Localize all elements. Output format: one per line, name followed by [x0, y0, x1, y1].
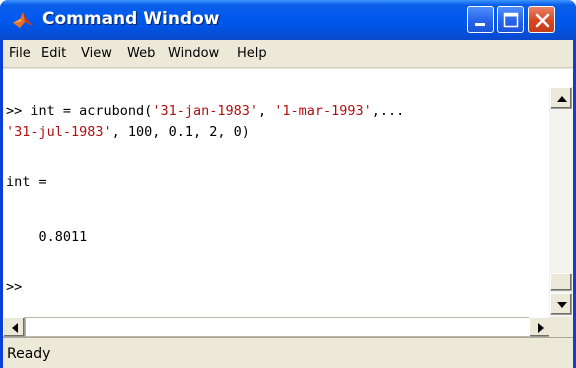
scroll-right-button[interactable] — [529, 317, 551, 337]
status-text: Ready — [7, 346, 51, 362]
command-output[interactable]: >> int = acrubond('31-jan-1983', '1-mar-… — [3, 69, 573, 337]
window-title: Command Window — [42, 9, 220, 29]
command-line-1: >> int = acrubond('31-jan-1983', '1-mar-… — [6, 103, 404, 119]
string-literal: '1-mar-1993' — [274, 103, 372, 119]
string-literal: '31-jul-1983' — [6, 124, 112, 140]
menu-help[interactable]: Help — [237, 46, 267, 61]
maximize-button[interactable] — [497, 6, 524, 33]
menu-file[interactable]: File — [9, 46, 31, 61]
command-window: Command Window File Edit View Web Window… — [0, 0, 576, 368]
vertical-scroll-thumb[interactable] — [550, 273, 572, 291]
separator-text: , — [257, 103, 275, 119]
menu-edit[interactable]: Edit — [41, 46, 66, 61]
arrow-down-icon — [557, 302, 567, 308]
arrow-left-icon — [12, 323, 18, 333]
command-text: >> int = acrubond( — [6, 103, 153, 119]
title-bar[interactable]: Command Window — [0, 0, 576, 40]
minimize-icon — [475, 23, 485, 26]
string-literal: '31-jan-1983' — [152, 103, 258, 119]
scroll-left-button[interactable] — [3, 317, 25, 337]
result-label: int = — [6, 174, 47, 190]
continuation-text: ,... — [371, 103, 405, 119]
horizontal-scroll-track[interactable] — [25, 317, 530, 337]
arrow-up-icon — [557, 96, 567, 102]
scroll-down-button[interactable] — [550, 293, 572, 315]
command-prompt[interactable]: >> — [6, 279, 22, 295]
close-icon — [535, 13, 550, 28]
horizontal-scrollbar[interactable] — [3, 317, 551, 337]
close-button[interactable] — [528, 6, 555, 33]
command-line-2: '31-jul-1983', 100, 0.1, 2, 0) — [6, 124, 250, 140]
scroll-up-button[interactable] — [550, 87, 572, 109]
command-text: , 100, 0.1, 2, 0) — [111, 124, 250, 140]
result-value: 0.8011 — [6, 229, 88, 245]
menu-view[interactable]: View — [81, 46, 112, 61]
maximize-icon — [503, 12, 519, 28]
menu-web[interactable]: Web — [127, 46, 155, 61]
scrollbar-corner — [549, 317, 573, 337]
status-bar: Ready — [3, 337, 573, 368]
vertical-scrollbar[interactable] — [549, 87, 573, 317]
minimize-button[interactable] — [467, 6, 494, 33]
menu-window[interactable]: Window — [168, 46, 219, 61]
matlab-logo-icon — [13, 12, 33, 28]
menu-bar: File Edit View Web Window Help — [3, 40, 573, 68]
